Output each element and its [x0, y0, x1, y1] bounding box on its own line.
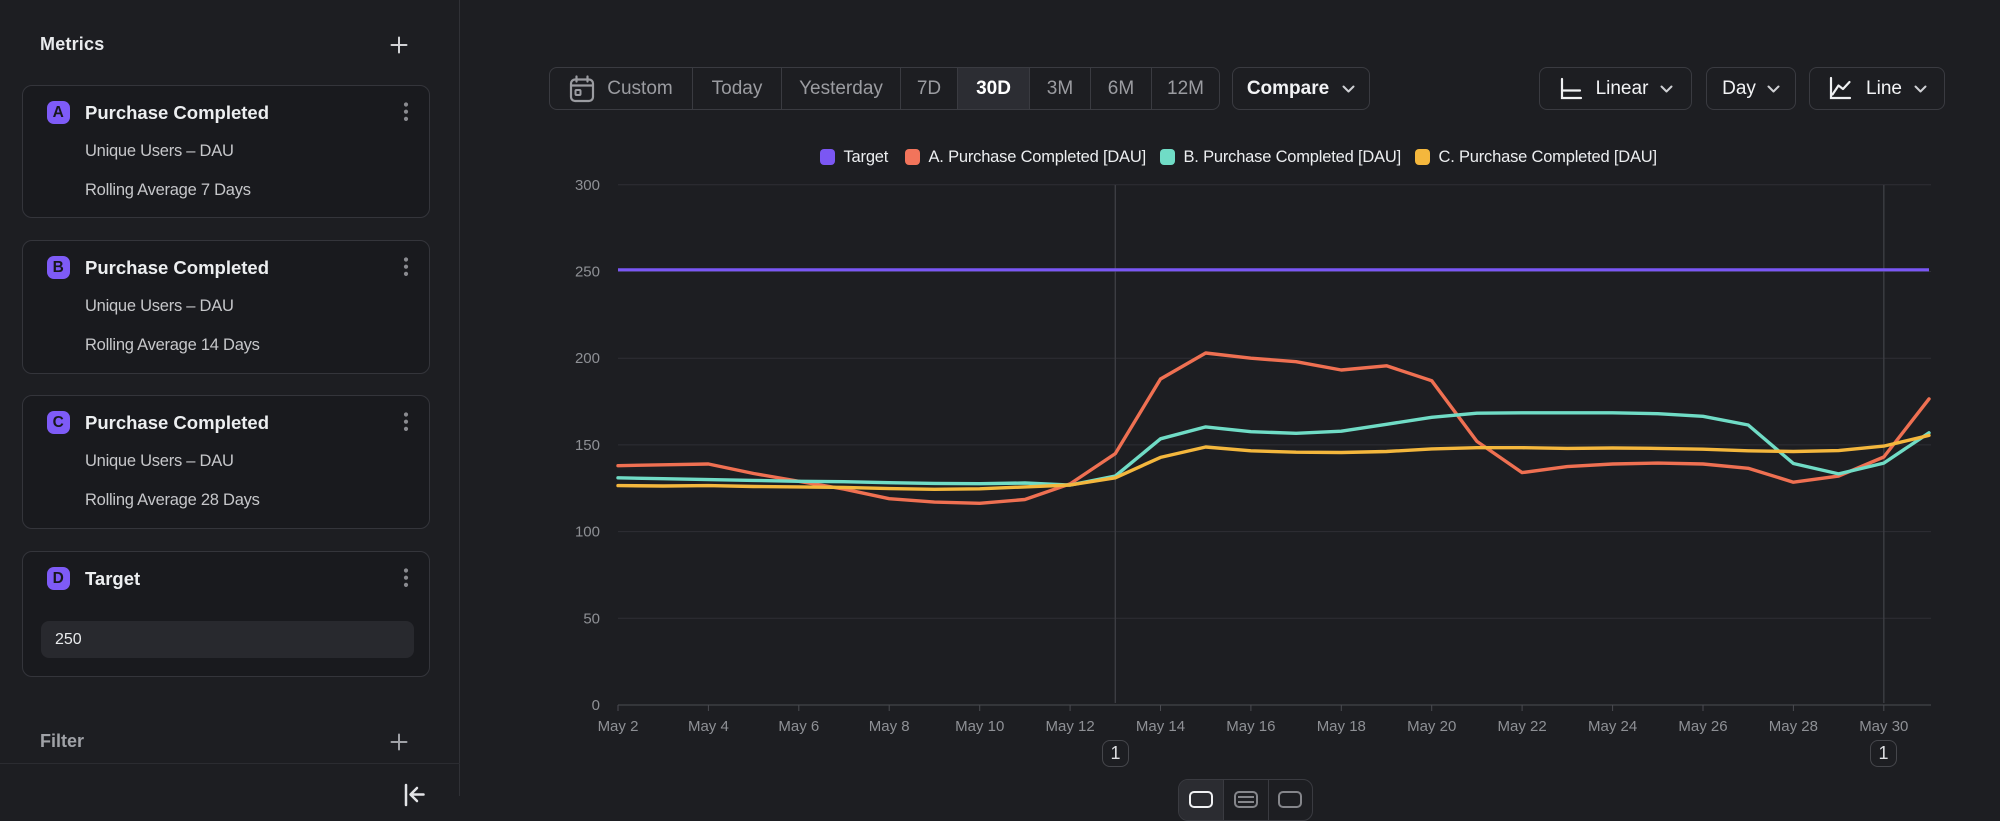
- svg-text:100: 100: [575, 524, 600, 541]
- svg-text:May 10: May 10: [955, 718, 1004, 735]
- svg-text:May 26: May 26: [1678, 718, 1727, 735]
- svg-text:200: 200: [575, 350, 600, 367]
- svg-text:May 24: May 24: [1588, 718, 1637, 735]
- svg-text:250: 250: [575, 264, 600, 281]
- svg-text:0: 0: [592, 697, 600, 714]
- svg-text:May 6: May 6: [778, 718, 819, 735]
- svg-text:May 12: May 12: [1045, 718, 1094, 735]
- svg-text:May 2: May 2: [598, 718, 639, 735]
- svg-text:May 4: May 4: [688, 718, 729, 735]
- svg-text:300: 300: [575, 177, 600, 194]
- svg-text:May 28: May 28: [1769, 718, 1818, 735]
- svg-text:May 20: May 20: [1407, 718, 1456, 735]
- svg-text:May 18: May 18: [1317, 718, 1366, 735]
- svg-text:50: 50: [583, 610, 600, 627]
- svg-text:May 16: May 16: [1226, 718, 1275, 735]
- svg-text:May 22: May 22: [1497, 718, 1546, 735]
- svg-text:150: 150: [575, 437, 600, 454]
- svg-text:May 8: May 8: [869, 718, 910, 735]
- svg-text:May 14: May 14: [1136, 718, 1185, 735]
- svg-text:May 30: May 30: [1859, 718, 1908, 735]
